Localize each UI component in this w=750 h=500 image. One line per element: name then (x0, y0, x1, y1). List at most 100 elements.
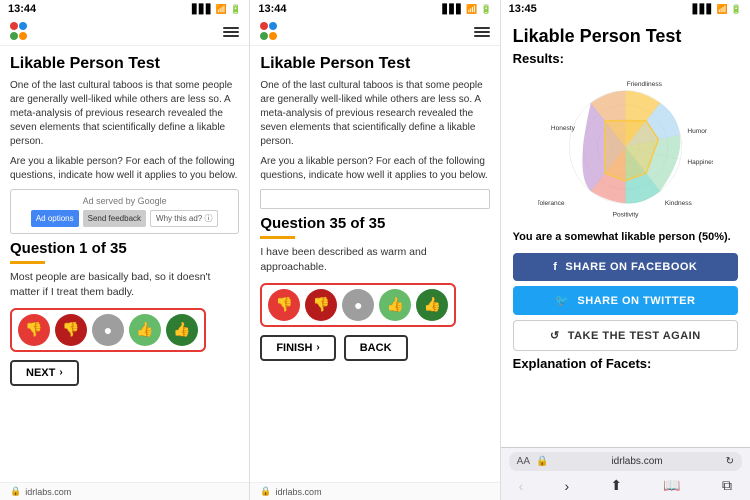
ad-why-button[interactable]: Why this ad? ⓘ (150, 210, 218, 227)
status-bar-2: 13:44 ▋▋▋ 📶 🔋 (250, 0, 499, 18)
ad-label: Ad served by Google (19, 196, 230, 206)
svg-text:Tolerance: Tolerance (538, 200, 565, 207)
url-bar: AA 🔒 idrlabs.com ↻ (509, 452, 742, 471)
question35-text: I have been described as warm and approa… (260, 245, 489, 274)
retake-icon: ↺ (550, 329, 560, 342)
browser-bar: AA 🔒 idrlabs.com ↻ ‹ › ⬆ 📖 ⧉ (501, 447, 750, 500)
rating-btn-5[interactable]: 👍 (166, 314, 198, 346)
rating-btn-4[interactable]: 👍 (129, 314, 161, 346)
input-placeholder (260, 189, 489, 209)
logo-dot (260, 22, 268, 30)
ad-feedback-button[interactable]: Send feedback (83, 210, 146, 227)
svg-text:Humor: Humor (687, 128, 707, 135)
finish-button[interactable]: FINISH › (260, 335, 335, 361)
svg-text:Honesty: Honesty (551, 125, 576, 132)
panel2-content: Likable Person Test One of the last cult… (250, 46, 499, 482)
rating-btn-3[interactable]: ● (92, 314, 124, 346)
bottom-bar-1: 🔒 idrlabs.com (0, 482, 249, 500)
app-logo-1 (10, 22, 30, 42)
panel2-title: Likable Person Test (260, 54, 489, 73)
question1-divider (10, 261, 45, 264)
browser-back-btn[interactable]: ‹ (513, 475, 530, 496)
url-domain: idrlabs.com (554, 456, 719, 467)
radar-chart-container: Friendliness Humor Happiness Kindness Po… (513, 72, 738, 222)
rating-btn-q35-3[interactable]: ● (342, 289, 374, 321)
browser-forward-btn[interactable]: › (559, 475, 576, 496)
footer-url-1: idrlabs.com (25, 487, 71, 497)
question1-text: Most people are basically bad, so it doe… (10, 270, 239, 299)
hamburger-icon-2[interactable] (474, 27, 490, 37)
ad-options-button[interactable]: Ad options (31, 210, 79, 227)
panel2-desc1: One of the last cultural taboos is that … (260, 79, 489, 149)
next-label: NEXT (26, 367, 55, 379)
facebook-share-button[interactable]: f SHARE ON FACEBOOK (513, 253, 738, 281)
facebook-icon: f (553, 261, 557, 273)
nav-bar-2 (250, 18, 499, 46)
ad-buttons: Ad options Send feedback Why this ad? ⓘ (19, 210, 230, 227)
status-icons-2: ▋▋▋ 📶 🔋 (442, 4, 491, 15)
browser-bookmark-btn[interactable]: 📖 (657, 475, 686, 496)
logo-dot (19, 32, 27, 40)
svg-text:Happiness: Happiness (687, 159, 713, 166)
retake-label: TAKE THE TEST AGAIN (568, 330, 701, 342)
footer-url-2: idrlabs.com (276, 487, 322, 497)
panel1-content: Likable Person Test One of the last cult… (0, 46, 249, 482)
bottom-bar-2: 🔒 idrlabs.com (250, 482, 499, 500)
aa-label: AA (517, 456, 530, 467)
footer-icon-2: 🔒 (260, 486, 271, 497)
status-bar-3: 13:45 ▋▋▋ 📶 🔋 (501, 0, 750, 18)
panel2-desc2: Are you a likable person? For each of th… (260, 155, 489, 183)
logo-dot (269, 32, 277, 40)
results-label: Results: (513, 51, 738, 66)
panel1-title: Likable Person Test (10, 54, 239, 73)
retake-button[interactable]: ↺ TAKE THE TEST AGAIN (513, 320, 738, 351)
panel1-desc2: Are you a likable person? For each of th… (10, 155, 239, 183)
browser-share-btn[interactable]: ⬆ (604, 475, 628, 496)
browser-nav: ‹ › ⬆ 📖 ⧉ (509, 475, 742, 496)
nav-bar-1 (0, 18, 249, 46)
logo-dot (19, 22, 27, 30)
ad-box: Ad served by Google Ad options Send feed… (10, 189, 239, 234)
status-icons-1: ▋▋▋ 📶 🔋 (192, 4, 241, 15)
panel1-desc1: One of the last cultural taboos is that … (10, 79, 239, 149)
twitter-icon: 🐦 (555, 294, 569, 307)
question35-divider (260, 236, 295, 239)
footer-icon-1: 🔒 (10, 486, 21, 497)
rating-btn-q35-2[interactable]: 👎 (305, 289, 337, 321)
time-2: 13:44 (258, 3, 286, 15)
panel-question35: 13:44 ▋▋▋ 📶 🔋 Likable Person Test O (250, 0, 500, 500)
rating-btn-q35-4[interactable]: 👍 (379, 289, 411, 321)
rating-container-2: 👎 👎 ● 👍 👍 (260, 283, 456, 327)
nav-buttons-2: FINISH › BACK (260, 335, 489, 361)
finish-label: FINISH (276, 342, 312, 354)
panel3-content: Likable Person Test Results: (501, 18, 750, 447)
lock-icon: 🔒 (536, 456, 548, 467)
rating-btn-q35-1[interactable]: 👎 (268, 289, 300, 321)
panel-results: 13:45 ▋▋▋ 📶 🔋 Likable Person Test Result… (501, 0, 750, 500)
explanation-header: Explanation of Facets: (513, 356, 738, 371)
logo-dot (269, 22, 277, 30)
rating-btn-1[interactable]: 👎 (18, 314, 50, 346)
back-button[interactable]: BACK (344, 335, 408, 361)
refresh-icon[interactable]: ↻ (726, 456, 734, 467)
back-label: BACK (360, 342, 392, 354)
time-1: 13:44 (8, 3, 36, 15)
browser-tabs-btn[interactable]: ⧉ (716, 475, 738, 496)
next-chevron: › (59, 367, 62, 378)
next-button[interactable]: NEXT › (10, 360, 79, 386)
rating-container-1: 👎 👎 ● 👍 👍 (10, 308, 206, 352)
question1-header: Question 1 of 35 (10, 240, 239, 257)
status-bar-1: 13:44 ▋▋▋ 📶 🔋 (0, 0, 249, 18)
hamburger-icon-1[interactable] (223, 27, 239, 37)
question35-header: Question 35 of 35 (260, 215, 489, 232)
rating-btn-2[interactable]: 👎 (55, 314, 87, 346)
svg-text:Friendliness: Friendliness (626, 81, 662, 88)
radar-chart: Friendliness Humor Happiness Kindness Po… (538, 72, 713, 222)
facebook-label: SHARE ON FACEBOOK (565, 261, 697, 273)
twitter-share-button[interactable]: 🐦 SHARE ON TWITTER (513, 286, 738, 315)
time-3: 13:45 (509, 3, 537, 15)
svg-text:Kindness: Kindness (665, 200, 693, 207)
twitter-label: SHARE ON TWITTER (577, 295, 695, 307)
finish-chevron: › (316, 342, 319, 353)
rating-btn-q35-5[interactable]: 👍 (416, 289, 448, 321)
